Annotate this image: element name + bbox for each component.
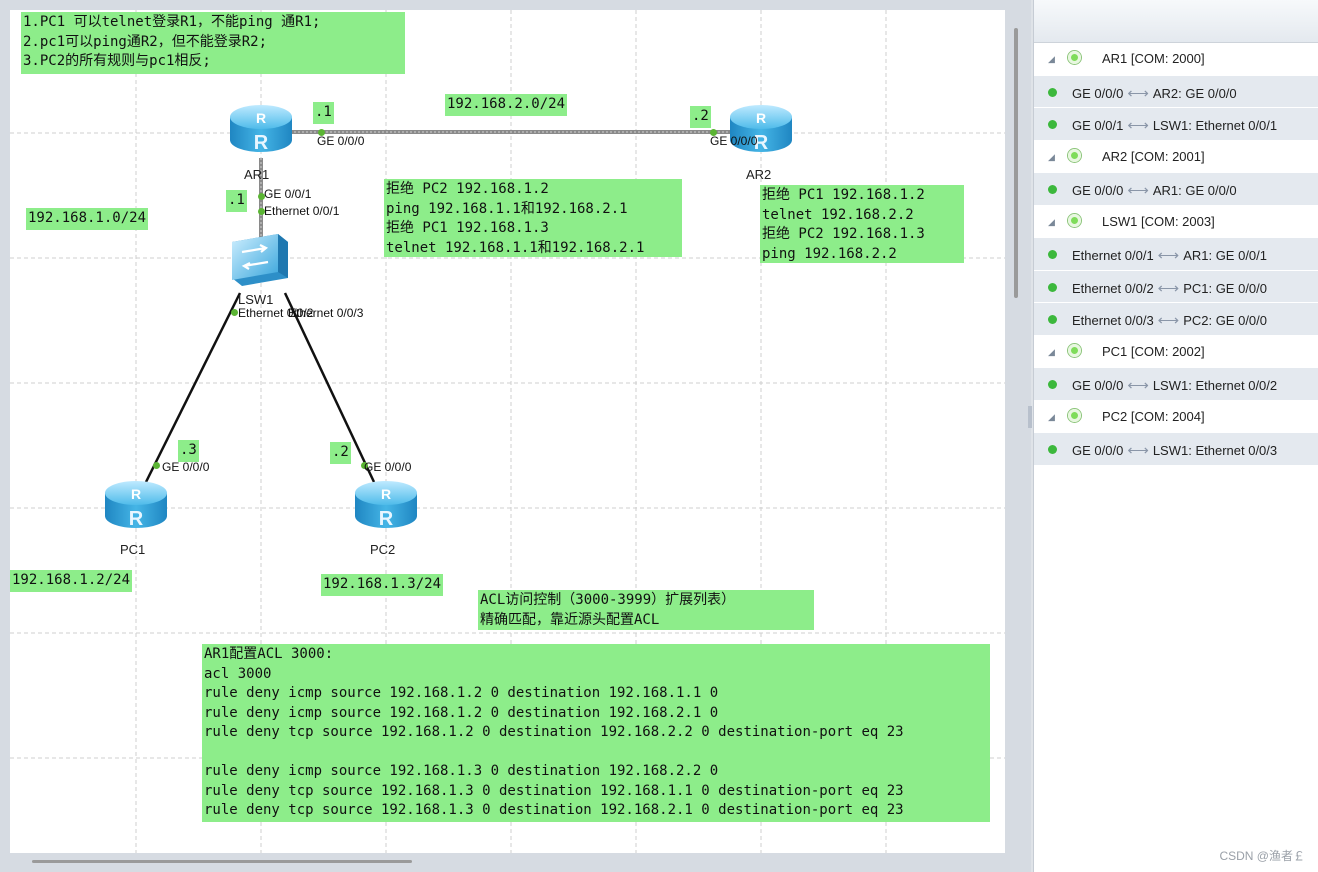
device-name-lsw1: LSW1 bbox=[238, 292, 274, 307]
link-row[interactable]: GE 0/0/0 ⟷ AR2: GE 0/0/0 bbox=[1034, 75, 1318, 108]
port-dot-pc1-ge000 bbox=[153, 462, 160, 469]
interface-list-panel: ◢ AR1 [COM: 2000] GE 0/0/0 ⟷ AR2: GE 0/0/0… bbox=[1033, 0, 1318, 872]
svg-text:R: R bbox=[129, 508, 144, 530]
bidirectional-arrow-icon: ⟷ bbox=[1127, 377, 1149, 394]
topology-canvas-frame: R R R R R R R R GE 0/0/0 GE 0/0/0 GE 0/0… bbox=[0, 0, 1032, 872]
link-status-icon bbox=[1048, 87, 1057, 97]
link-row[interactable]: GE 0/0/1 ⟷ LSW1: Ethernet 0/0/1 bbox=[1034, 108, 1318, 141]
note-pc2-ip-suffix[interactable]: .2 bbox=[330, 442, 351, 464]
collapse-triangle-icon[interactable]: ◢ bbox=[1048, 217, 1055, 228]
collapse-triangle-icon[interactable]: ◢ bbox=[1048, 152, 1055, 163]
interface-label-ar1-ge001: GE 0/0/1 bbox=[264, 187, 312, 201]
router-ar1-icon[interactable]: R R bbox=[230, 105, 292, 154]
panel-splitter-handle[interactable] bbox=[1028, 406, 1032, 428]
note-deny-rules-right[interactable]: 拒绝 PC1 192.168.1.2 telnet 192.168.2.2 拒绝… bbox=[760, 185, 964, 263]
link-row[interactable]: GE 0/0/0 ⟷ LSW1: Ethernet 0/0/2 bbox=[1034, 368, 1318, 401]
device-interface-list: ◢ AR1 [COM: 2000] GE 0/0/0 ⟷ AR2: GE 0/0/0… bbox=[1034, 43, 1318, 466]
bidirectional-arrow-icon: ⟷ bbox=[1127, 442, 1149, 459]
link-status-icon bbox=[1048, 445, 1057, 454]
note-network-192-168-1-0[interactable]: 192.168.1.0/24 bbox=[26, 208, 149, 230]
topology-canvas[interactable]: R R R R R R R R GE 0/0/0 GE 0/0/0 GE 0/0… bbox=[10, 10, 1005, 853]
collapse-triangle-icon[interactable]: ◢ bbox=[1048, 54, 1055, 65]
interface-label-pc1-ge000: GE 0/0/0 bbox=[162, 460, 210, 474]
collapse-triangle-icon[interactable]: ◢ bbox=[1048, 412, 1055, 423]
link-status-icon bbox=[1048, 315, 1057, 324]
note-requirements[interactable]: 1.PC1 可以telnet登录R1，不能ping 通R1; 2.pc1可以pi… bbox=[21, 12, 405, 74]
device-row-ar1[interactable]: ◢ AR1 [COM: 2000] bbox=[1034, 43, 1318, 76]
note-network-192-168-2-0[interactable]: 192.168.2.0/24 bbox=[445, 94, 568, 116]
device-name-ar1: AR1 bbox=[244, 167, 270, 182]
link-status-icon bbox=[1048, 185, 1057, 194]
link-row[interactable]: Ethernet 0/0/1 ⟷ AR1: GE 0/0/1 bbox=[1034, 238, 1318, 271]
device-row-pc2[interactable]: ◢ PC2 [COM: 2004] bbox=[1034, 400, 1318, 433]
note-ar1-bottom-ip[interactable]: .1 bbox=[226, 190, 247, 212]
canvas-vertical-scrollbar[interactable] bbox=[1014, 28, 1018, 298]
link-row[interactable]: GE 0/0/0 ⟷ AR1: GE 0/0/0 bbox=[1034, 173, 1318, 206]
interface-label-ar1-ge000: GE 0/0/0 bbox=[317, 134, 365, 148]
device-status-icon bbox=[1068, 408, 1081, 422]
bidirectional-arrow-icon: ⟷ bbox=[1127, 84, 1149, 102]
note-ar1-top-ip[interactable]: .1 bbox=[313, 102, 334, 124]
svg-text:R: R bbox=[379, 508, 394, 530]
device-status-icon bbox=[1068, 51, 1081, 64]
device-name-ar2: AR2 bbox=[746, 167, 772, 182]
pc1-icon[interactable]: R R bbox=[105, 481, 167, 530]
link-row[interactable]: GE 0/0/0 ⟷ LSW1: Ethernet 0/0/3 bbox=[1034, 433, 1318, 466]
note-ar2-ip[interactable]: .2 bbox=[690, 106, 711, 128]
panel-header bbox=[1034, 0, 1318, 43]
link-status-icon bbox=[1048, 250, 1057, 259]
switch-lsw1-icon[interactable] bbox=[232, 234, 288, 286]
link-row[interactable]: Ethernet 0/0/2 ⟷ PC1: GE 0/0/0 bbox=[1034, 270, 1318, 303]
svg-text:R: R bbox=[756, 110, 766, 126]
bidirectional-arrow-icon: ⟷ bbox=[1157, 312, 1180, 329]
port-dot-lsw1-eth002 bbox=[231, 309, 238, 316]
interface-label-lsw1-eth003: Ethernet 0/0/3 bbox=[288, 306, 364, 320]
pc2-icon[interactable]: R R bbox=[355, 481, 417, 530]
device-row-lsw1[interactable]: ◢ LSW1 [COM: 2003] bbox=[1034, 205, 1318, 238]
note-pc2-address[interactable]: 192.168.1.3/24 bbox=[321, 574, 444, 596]
link-status-icon bbox=[1048, 120, 1057, 129]
svg-text:R: R bbox=[131, 486, 141, 502]
bidirectional-arrow-icon: ⟷ bbox=[1127, 182, 1149, 199]
bidirectional-arrow-icon: ⟷ bbox=[1157, 279, 1180, 297]
note-acl-config[interactable]: AR1配置ACL 3000: acl 3000 rule deny icmp s… bbox=[202, 644, 990, 822]
svg-text:R: R bbox=[256, 110, 266, 126]
bidirectional-arrow-icon: ⟷ bbox=[1127, 117, 1149, 134]
link-row[interactable]: Ethernet 0/0/3 ⟷ PC2: GE 0/0/0 bbox=[1034, 303, 1318, 336]
link-status-icon bbox=[1048, 282, 1057, 292]
note-pc1-address[interactable]: 192.168.1.2/24 bbox=[10, 570, 133, 592]
device-status-icon bbox=[1068, 343, 1081, 357]
svg-text:R: R bbox=[254, 132, 269, 154]
device-status-icon bbox=[1068, 148, 1081, 162]
interface-label-lsw1-eth001: Ethernet 0/0/1 bbox=[264, 204, 340, 218]
svg-text:R: R bbox=[381, 486, 391, 502]
link-status-icon bbox=[1048, 380, 1057, 389]
device-status-icon bbox=[1068, 213, 1081, 227]
collapse-triangle-icon[interactable]: ◢ bbox=[1048, 347, 1055, 358]
canvas-horizontal-scrollbar[interactable] bbox=[32, 860, 412, 863]
bidirectional-arrow-icon: ⟷ bbox=[1157, 247, 1180, 264]
device-row-ar2[interactable]: ◢ AR2 [COM: 2001] bbox=[1034, 140, 1318, 173]
interface-label-pc2-ge000: GE 0/0/0 bbox=[364, 460, 412, 474]
note-deny-rules-middle[interactable]: 拒绝 PC2 192.168.1.2 ping 192.168.1.1和192.… bbox=[384, 179, 682, 257]
interface-label-ar2-ge000: GE 0/0/0 bbox=[710, 134, 758, 148]
device-name-pc2: PC2 bbox=[370, 542, 396, 557]
device-name-pc1: PC1 bbox=[120, 542, 146, 557]
note-acl-title[interactable]: ACL访问控制（3000-3999）扩展列表） 精确匹配，靠近源头配置ACL bbox=[478, 590, 814, 630]
device-row-pc1[interactable]: ◢ PC1 [COM: 2002] bbox=[1034, 335, 1318, 368]
watermark: CSDN @渔者￡ bbox=[1219, 849, 1305, 863]
note-pc1-ip-suffix[interactable]: .3 bbox=[178, 440, 199, 462]
